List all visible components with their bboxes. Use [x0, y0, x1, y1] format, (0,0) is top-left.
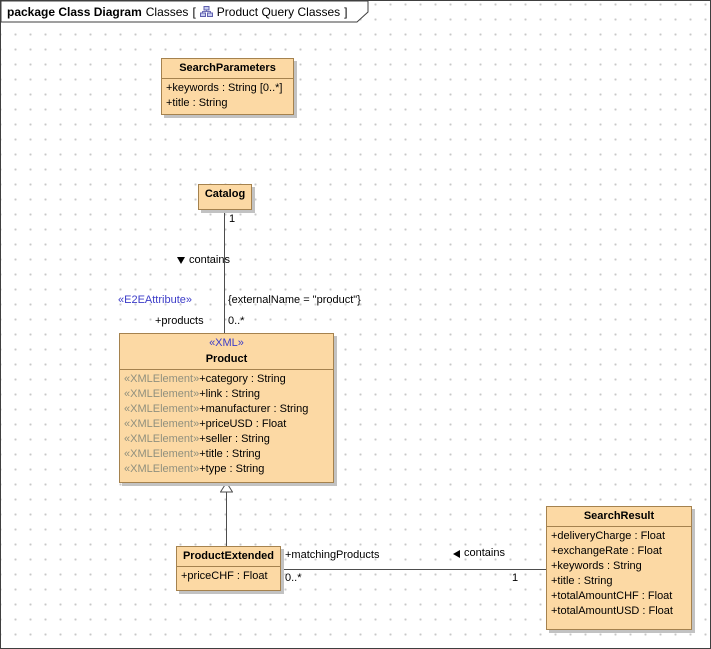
attribute-text: +title : String: [199, 448, 260, 460]
frame-close-bracket: ]: [344, 5, 347, 19]
attribute: +priceCHF : Float: [181, 569, 276, 584]
class-productextended[interactable]: ProductExtended +priceCHF : Float: [176, 546, 281, 591]
class-name: SearchParameters: [162, 59, 293, 78]
multiplicity-products-end: 0..*: [228, 315, 245, 328]
role-matchingproducts: +matchingProducts: [285, 549, 379, 562]
diagram-frame-tab[interactable]: package Class Diagram Classes [ Product …: [1, 1, 369, 23]
xmlelement-stereotype: «XMLElement»: [124, 463, 199, 475]
attribute-compartment: +keywords : String [0..*] +title : Strin…: [162, 78, 293, 114]
class-name: SearchResult: [547, 507, 691, 526]
xmlelement-stereotype: «XMLElement»: [124, 388, 199, 400]
multiplicity-matchingproducts-end: 0..*: [285, 572, 302, 585]
xmlelement-stereotype: «XMLElement»: [124, 403, 199, 415]
xmlelement-stereotype: «XMLElement»: [124, 373, 199, 385]
class-diagram-icon: [200, 6, 213, 17]
attribute: «XMLElement»+manufacturer : String: [124, 402, 329, 417]
attribute: «XMLElement»+type : String: [124, 462, 329, 477]
attribute: +title : String: [166, 96, 289, 111]
attribute: «XMLElement»+link : String: [124, 387, 329, 402]
role-products: +products: [155, 315, 204, 328]
multiplicity-searchresult-end: 1: [512, 572, 518, 585]
association-name: contains: [189, 254, 230, 267]
attribute-compartment: «XMLElement»+category : String «XMLEleme…: [120, 369, 333, 480]
attribute: «XMLElement»+category : String: [124, 372, 329, 387]
attribute: +exchangeRate : Float: [551, 544, 687, 559]
attribute-compartment: +deliveryCharge : Float +exchangeRate : …: [547, 526, 691, 622]
generalization-arrow-icon: [220, 482, 233, 493]
association-catalog-product-line[interactable]: [224, 210, 225, 333]
class-searchparameters[interactable]: SearchParameters +keywords : String [0..…: [161, 58, 294, 115]
attribute-text: +category : String: [199, 373, 286, 385]
association-name: contains: [464, 547, 505, 560]
attribute-compartment: +priceCHF : Float: [177, 566, 280, 587]
class-name: ProductExtended: [177, 547, 280, 566]
xmlelement-stereotype: «XMLElement»: [124, 418, 199, 430]
attribute-text: +link : String: [199, 388, 260, 400]
association-searchresult-productextended-line[interactable]: [281, 569, 546, 570]
class-catalog[interactable]: Catalog: [198, 184, 252, 210]
frame-diagram-name: Product Query Classes: [217, 5, 340, 19]
xmlelement-stereotype: «XMLElement»: [124, 433, 199, 445]
class-stereotype: «XML»: [120, 334, 333, 350]
association-name-label: contains: [453, 547, 505, 560]
class-name: Catalog: [199, 185, 251, 204]
attribute-text: +seller : String: [199, 433, 270, 445]
direction-arrow-left-icon: [453, 550, 460, 558]
attribute: +totalAmountUSD : Float: [551, 604, 687, 619]
attribute: +totalAmountCHF : Float: [551, 589, 687, 604]
attribute: «XMLElement»+seller : String: [124, 432, 329, 447]
class-name: Product: [120, 350, 333, 369]
direction-arrow-down-icon: [177, 257, 185, 264]
association-constraint: {externalName = "product"}: [228, 294, 361, 307]
attribute: +keywords : String: [551, 559, 687, 574]
attribute: «XMLElement»+priceUSD : Float: [124, 417, 329, 432]
attribute: +title : String: [551, 574, 687, 589]
association-name-label: contains: [177, 254, 230, 267]
attribute: «XMLElement»+title : String: [124, 447, 329, 462]
xmlelement-stereotype: «XMLElement»: [124, 448, 199, 460]
generalization-productextended-product-line[interactable]: [226, 492, 227, 546]
association-stereotype: «E2EAttribute»: [118, 294, 192, 307]
class-product[interactable]: «XML» Product «XMLElement»+category : St…: [119, 333, 334, 483]
frame-kind-label: package Class Diagram: [7, 5, 142, 19]
attribute: +deliveryCharge : Float: [551, 529, 687, 544]
diagram-canvas: package Class Diagram Classes [ Product …: [0, 0, 711, 649]
frame-context-label: Classes: [146, 5, 189, 19]
attribute-text: +priceUSD : Float: [199, 418, 286, 430]
attribute-text: +manufacturer : String: [199, 403, 308, 415]
frame-open-bracket: [: [192, 5, 195, 19]
multiplicity-catalog-end: 1: [229, 213, 235, 226]
attribute: +keywords : String [0..*]: [166, 81, 289, 96]
class-searchresult[interactable]: SearchResult +deliveryCharge : Float +ex…: [546, 506, 692, 630]
attribute-text: +type : String: [199, 463, 264, 475]
